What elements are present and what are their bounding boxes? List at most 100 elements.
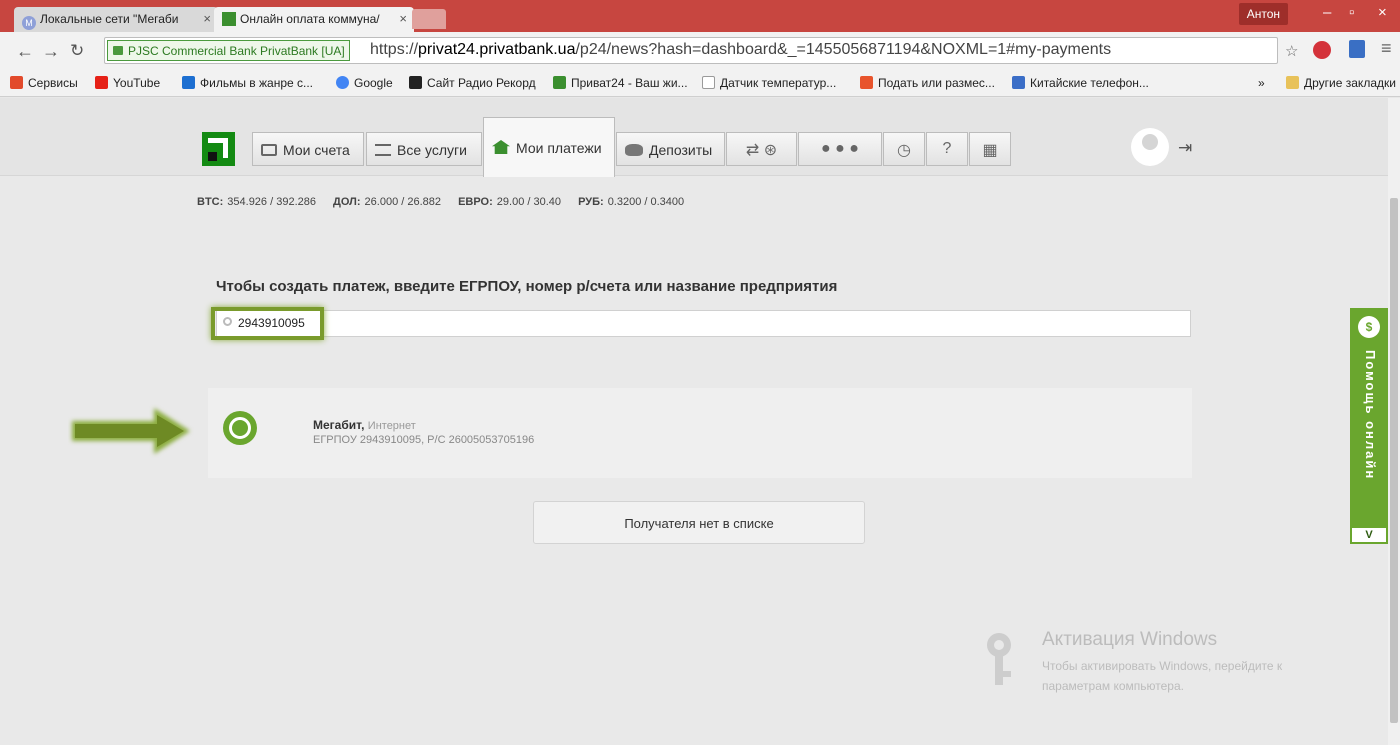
mobile-apps-icon[interactable]: ● ● ● <box>798 132 882 166</box>
tab-my-payments[interactable]: Мои платежи <box>483 117 615 177</box>
logout-icon[interactable]: ⇥ <box>1178 138 1192 158</box>
privat-icon <box>222 12 236 26</box>
back-icon[interactable]: ← <box>16 41 34 62</box>
transport-icon[interactable]: ⇄ ⊛ <box>726 132 797 166</box>
bookmark-item[interactable]: YouTube <box>95 76 160 90</box>
forward-icon[interactable]: → <box>42 41 60 62</box>
close-icon[interactable]: × <box>399 11 407 26</box>
bookmark-item[interactable]: Фильмы в жанре с... <box>182 76 313 90</box>
tab-my-accounts[interactable]: Мои счета <box>252 132 364 166</box>
tab-title: Локальные сети "Мегаби <box>40 12 179 26</box>
page-icon <box>702 76 715 89</box>
security-label: PJSC Commercial Bank PrivatBank [UA] <box>128 44 345 58</box>
tab-label: Мои счета <box>283 142 350 158</box>
bookmark-star-icon[interactable]: ☆ <box>1285 42 1298 60</box>
privatbank-logo[interactable] <box>202 132 235 166</box>
folder-icon <box>1286 76 1299 89</box>
rate-name: BTC: <box>197 196 224 208</box>
bookmark-label: Приват24 - Ваш жи... <box>571 76 688 90</box>
bookmark-label: Китайские телефон... <box>1030 76 1149 90</box>
home-icon <box>492 140 510 154</box>
close-icon[interactable]: × <box>203 11 211 26</box>
bookmark-item[interactable]: Китайские телефон... <box>1012 76 1149 90</box>
company-category: Интернет <box>367 420 416 432</box>
new-tab-button[interactable] <box>412 9 446 29</box>
arrow-up-icon <box>182 76 195 89</box>
tab-megabit[interactable]: M Локальные сети "Мегаби × <box>14 7 218 32</box>
activation-line: Чтобы активировать Windows, перейдите к <box>1042 659 1283 673</box>
google-icon <box>336 76 349 89</box>
security-badge[interactable]: PJSC Commercial Bank PrivatBank [UA] <box>107 40 350 61</box>
bookmark-label: Датчик температур... <box>720 76 837 90</box>
reload-icon[interactable]: ↻ <box>70 41 84 61</box>
timer-icon[interactable]: ◷ <box>883 132 925 166</box>
piggy-bank-icon <box>625 144 643 156</box>
tab-all-services[interactable]: Все услуги <box>366 132 482 166</box>
bookmark-item[interactable]: Сайт Радио Рекорд <box>409 76 536 90</box>
menu-icon[interactable]: ≡ <box>1381 38 1392 59</box>
card-icon <box>261 144 277 156</box>
help-label: Помощь онлайн <box>1363 350 1378 481</box>
bookmark-item[interactable]: Приват24 - Ваш жи... <box>553 76 688 90</box>
bookmark-item[interactable]: Сервисы <box>10 76 78 90</box>
key-icon <box>987 633 1011 685</box>
bookmark-label: YouTube <box>113 76 161 90</box>
recipient-not-listed-button[interactable]: Получателя нет в списке <box>533 501 865 544</box>
lock-icon <box>113 46 123 55</box>
help-icon[interactable]: ? <box>926 132 968 166</box>
url-prefix: https:// <box>370 41 419 58</box>
online-help-widget[interactable]: $ Помощь онлайн V <box>1350 308 1388 544</box>
bookmark-item[interactable]: Подать или размес... <box>860 76 995 90</box>
rate-value: 354.926 / 392.286 <box>227 196 316 208</box>
privat24-page: Мои счета Все услуги Мои платежи Депозит… <box>0 98 1388 745</box>
profile-button[interactable]: Антон <box>1238 3 1288 25</box>
avatar[interactable] <box>1131 128 1169 166</box>
result-details: ЕГРПОУ 2943910095, Р/С 26005053705196 <box>313 434 535 446</box>
list-icon <box>375 144 391 156</box>
browser-titlebar: M Локальные сети "Мегаби × Онлайн оплата … <box>0 0 1400 32</box>
address-bar[interactable]: PJSC Commercial Bank PrivatBank [UA] htt… <box>104 37 1278 64</box>
phone-icon <box>1012 76 1025 89</box>
activation-text: Чтобы активировать Windows, перейдите к п… <box>1042 656 1282 696</box>
page-scrollbar[interactable] <box>1388 98 1400 745</box>
rate-name: РУБ: <box>578 196 604 208</box>
url-domain: privat24.privatbank.ua <box>418 41 576 58</box>
rate-value: 26.000 / 26.882 <box>364 196 442 208</box>
rate-name: ДОЛ: <box>333 196 361 208</box>
browser-toolbar: ← → ↻ PJSC Commercial Bank PrivatBank [U… <box>0 32 1400 69</box>
url-text[interactable]: https://privat24.privatbank.ua/p24/news?… <box>370 41 1111 59</box>
search-highlight-box <box>211 307 324 340</box>
bookmark-label: Сервисы <box>28 76 78 90</box>
pointer-arrow-icon <box>72 408 190 454</box>
search-result-item[interactable]: Мегабит, Интернет ЕГРПОУ 2943910095, Р/С… <box>208 388 1192 478</box>
bookmarks-more-button[interactable]: » <box>1258 76 1265 90</box>
close-window-icon[interactable]: × <box>1378 4 1387 21</box>
youtube-icon <box>95 76 108 89</box>
payment-prompt: Чтобы создать платеж, введите ЕГРПОУ, но… <box>216 278 838 295</box>
tab-label: Депозиты <box>649 142 713 158</box>
adblock-icon[interactable] <box>1313 41 1331 59</box>
top-navigation: Мои счета Все услуги Мои платежи Депозит… <box>0 98 1388 177</box>
rate-value: 29.00 / 30.40 <box>496 196 562 208</box>
bookmark-item[interactable]: Google <box>336 76 393 90</box>
internet-icon <box>223 411 257 445</box>
tab-title: Онлайн оплата коммуна/ <box>240 12 380 26</box>
download-icon[interactable] <box>1349 40 1365 58</box>
maximize-icon[interactable]: ▫ <box>1349 4 1354 21</box>
tab-deposits[interactable]: Депозиты <box>616 132 725 166</box>
other-bookmarks[interactable]: Другие закладки <box>1286 76 1396 90</box>
bookmark-label: Фильмы в жанре с... <box>200 76 314 90</box>
bookmark-item[interactable]: Датчик температур... <box>702 76 836 90</box>
rate-value: 0.3200 / 0.3400 <box>607 196 685 208</box>
help-toggle[interactable]: V <box>1352 528 1386 542</box>
bookmark-label: Google <box>354 76 393 90</box>
cart-icon[interactable]: ▦ <box>969 132 1011 166</box>
company-name: Мегабит, <box>313 418 365 432</box>
minimize-icon[interactable]: – <box>1323 4 1331 21</box>
bookmarks-bar: Сервисы YouTube Фильмы в жанре с... Goog… <box>0 69 1400 97</box>
activation-line: параметрам компьютера. <box>1042 679 1184 693</box>
recipient-search-input[interactable]: 2943910095 <box>216 310 1191 337</box>
result-name: Мегабит, Интернет <box>313 418 416 432</box>
scrollbar-thumb[interactable] <box>1390 198 1398 723</box>
tab-privat24[interactable]: Онлайн оплата коммуна/ × <box>214 7 414 32</box>
